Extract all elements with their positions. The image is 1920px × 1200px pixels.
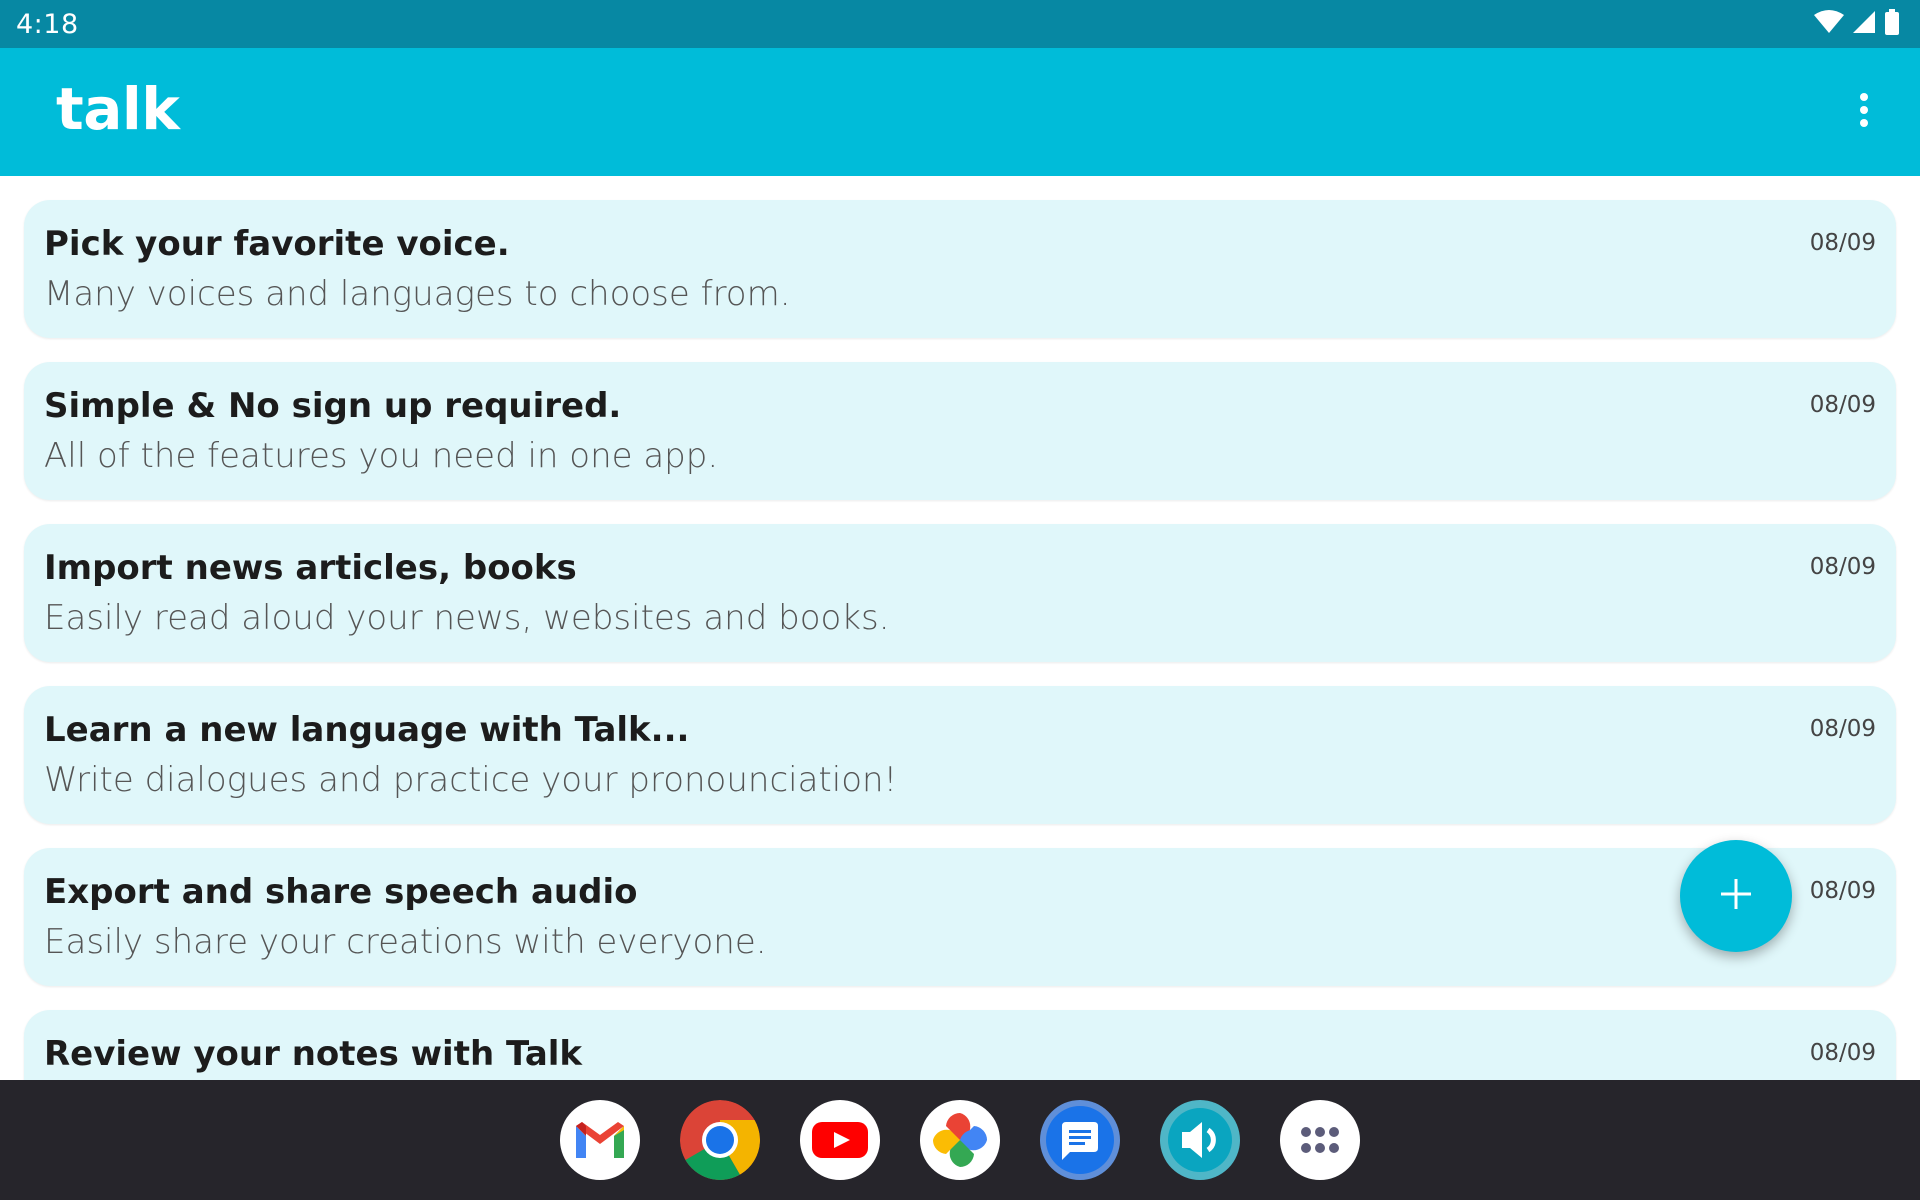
note-title: Simple & No sign up required. xyxy=(44,386,622,426)
dock-icons xyxy=(560,1100,1360,1180)
youtube-icon[interactable] xyxy=(800,1100,880,1180)
note-title: Pick your favorite voice. xyxy=(44,224,510,264)
note-date: 08/09 xyxy=(1809,554,1876,580)
note-date: 08/09 xyxy=(1809,716,1876,742)
app-title: talk xyxy=(56,75,180,143)
gmail-icon[interactable] xyxy=(560,1100,640,1180)
note-date: 08/09 xyxy=(1809,392,1876,418)
note-subtitle: All of the features you need in one app. xyxy=(44,436,719,476)
status-time: 4:18 xyxy=(16,9,79,40)
more-vert-icon xyxy=(1858,92,1870,132)
wifi-icon xyxy=(1814,10,1844,38)
note-title: Learn a new language with Talk... xyxy=(44,710,690,750)
battery-icon xyxy=(1884,9,1900,39)
messages-icon[interactable] xyxy=(1040,1100,1120,1180)
chrome-icon[interactable] xyxy=(680,1100,760,1180)
note-card-1[interactable]: Simple & No sign up required. All of the… xyxy=(24,362,1896,500)
note-card-0[interactable]: Pick your favorite voice. Many voices an… xyxy=(24,200,1896,338)
status-bar: 4:18 xyxy=(0,0,1920,48)
add-note-button[interactable] xyxy=(1680,840,1792,952)
note-card-3[interactable]: Learn a new language with Talk... Write … xyxy=(24,686,1896,824)
talk-app-icon[interactable] xyxy=(1160,1100,1240,1180)
signal-icon xyxy=(1852,10,1876,38)
note-title: Export and share speech audio xyxy=(44,872,638,912)
note-subtitle: Write dialogues and practice your pronou… xyxy=(44,760,898,800)
note-date: 08/09 xyxy=(1809,230,1876,256)
photos-icon[interactable] xyxy=(920,1100,1000,1180)
note-date: 08/09 xyxy=(1809,1040,1876,1066)
note-card-4[interactable]: Export and share speech audio Easily sha… xyxy=(24,848,1896,986)
dock xyxy=(0,1080,1920,1200)
note-card-2[interactable]: Import news articles, books Easily read … xyxy=(24,524,1896,662)
note-date: 08/09 xyxy=(1809,878,1876,904)
status-icons xyxy=(1814,9,1900,39)
note-subtitle: Easily share your creations with everyon… xyxy=(44,922,767,962)
app-bar: talk xyxy=(0,48,1920,176)
note-subtitle: Many voices and languages to choose from… xyxy=(44,274,791,314)
plus-icon xyxy=(1721,879,1751,913)
note-title: Import news articles, books xyxy=(44,548,577,588)
note-subtitle: Easily read aloud your news, websites an… xyxy=(44,598,890,638)
app-drawer-icon[interactable] xyxy=(1280,1100,1360,1180)
note-title: Review your notes with Talk xyxy=(44,1034,583,1074)
more-options-button[interactable] xyxy=(1836,84,1892,140)
